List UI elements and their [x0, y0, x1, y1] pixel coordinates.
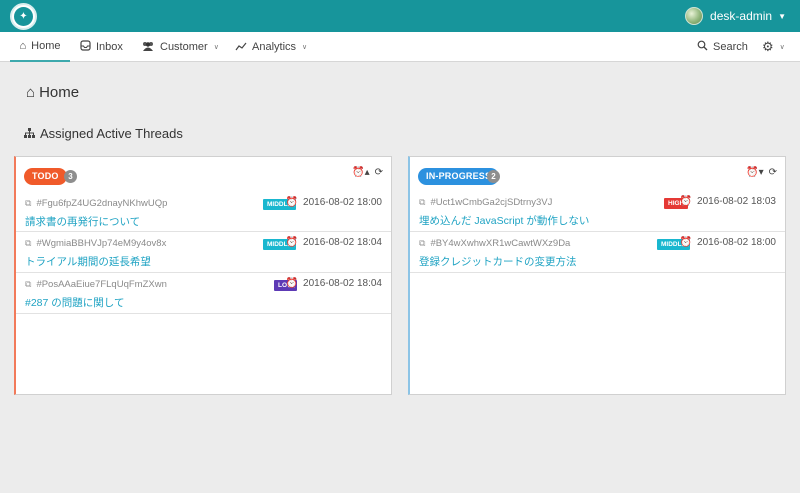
thread-date: ⏰ 2016-08-02 18:00: [680, 237, 776, 248]
top-bar: ✦ desk-admin ▼: [0, 0, 800, 32]
thread-date-text: 2016-08-02 18:00: [697, 237, 776, 248]
home-icon: ⌂: [26, 84, 36, 101]
inbox-icon: [80, 40, 91, 54]
nav-customer-label: Customer: [160, 41, 208, 53]
logo-mark: ✦: [14, 7, 33, 26]
thread-title-link[interactable]: 埋め込んだ JavaScript が動作しない: [419, 213, 589, 228]
list-item[interactable]: ⧉ #PosAAaEiue7FLqUqFmZXwn #287 の問題に関して LO…: [16, 273, 391, 314]
logo-icon[interactable]: ✦: [10, 3, 37, 30]
thread-date: ⏰ 2016-08-02 18:04: [286, 278, 382, 289]
hierarchy-icon: ⧉: [25, 238, 32, 248]
thread-count: 3: [64, 170, 77, 183]
list-item[interactable]: ⧉ #Uct1wCmbGa2cjSDtrny3VJ 埋め込んだ JavaScrip…: [410, 191, 785, 232]
home-icon: ⌂: [19, 40, 27, 52]
nav-customer[interactable]: Customer ∨: [141, 32, 219, 62]
alarm-clock-icon[interactable]: ⏰▾: [746, 167, 763, 178]
status-badge: TODO: [24, 168, 67, 185]
hierarchy-icon: ⧉: [419, 238, 426, 248]
nav-inbox[interactable]: Inbox: [80, 32, 123, 62]
thread-date-text: 2016-08-02 18:04: [303, 237, 382, 248]
alarm-clock-icon: ⏰: [679, 196, 693, 207]
panel-tools: ⏰▾ ⟳: [741, 167, 777, 178]
hierarchy-icon: ⧉: [25, 198, 32, 208]
panel-header: IN-PROGRESS 2 ⏰▾ ⟳: [410, 157, 785, 191]
list-item[interactable]: ⧉ #BY4wXwhwXR1wCawtWXz9Da 登録クレジットカードの変更方法…: [410, 232, 785, 273]
chevron-down-icon: ∨: [213, 44, 219, 51]
list-item[interactable]: ⧉ #Fgu6fpZ4UG2dnayNKhwUQp 請求書の再発行について MID…: [16, 191, 391, 232]
page-title: ⌂ Home: [26, 84, 79, 101]
search-icon: [697, 40, 708, 54]
nav-bar: ⌂ Home Inbox Customer ∨ Analytics ∨ Sear…: [0, 32, 800, 62]
users-icon: [141, 41, 155, 54]
nav-inbox-label: Inbox: [96, 41, 123, 53]
hierarchy-icon: [24, 126, 35, 141]
avatar: [685, 7, 704, 25]
refresh-icon[interactable]: ⟳: [769, 167, 777, 178]
refresh-icon[interactable]: ⟳: [375, 167, 383, 178]
nav-home[interactable]: ⌂ Home: [10, 32, 70, 62]
page-title-text: Home: [39, 84, 80, 101]
thread-date-text: 2016-08-02 18:04: [303, 278, 382, 289]
thread-title-link[interactable]: #287 の問題に関して: [25, 295, 124, 310]
list-item[interactable]: ⧉ #WgmiaBBHVJp74eM9y4ov8x トライアル期間の延長希望 MI…: [16, 232, 391, 273]
alarm-clock-icon: ⏰: [285, 237, 299, 248]
nav-home-label: Home: [31, 40, 61, 52]
thread-date-text: 2016-08-02 18:00: [303, 197, 382, 208]
panel-header: TODO 3 ⏰▴ ⟳: [16, 157, 391, 191]
thread-id-text: #PosAAaEiue7FLqUqFmZXwn: [36, 279, 167, 290]
nav-search-label: Search: [713, 41, 748, 53]
thread-date-text: 2016-08-02 18:03: [697, 196, 776, 207]
panel-tools: ⏰▴ ⟳: [347, 167, 383, 178]
thread-count: 2: [487, 170, 500, 183]
todo-panel: TODO 3 ⏰▴ ⟳ ⧉ #Fgu6fpZ4UG2dnayNKhwUQp 請求書…: [14, 156, 392, 395]
chart-icon: [235, 41, 247, 54]
alarm-clock-icon: ⏰: [285, 278, 299, 289]
thread-id-text: #WgmiaBBHVJp74eM9y4ov8x: [36, 238, 167, 249]
chevron-down-icon: ▼: [778, 11, 786, 21]
chevron-down-icon: ∨: [302, 44, 308, 51]
alarm-clock-icon[interactable]: ⏰▴: [352, 167, 369, 178]
user-name: desk-admin: [710, 9, 773, 23]
thread-id: ⧉ #PosAAaEiue7FLqUqFmZXwn: [25, 279, 167, 290]
thread-id-text: #Fgu6fpZ4UG2dnayNKhwUQp: [36, 198, 168, 209]
thread-id-text: #BY4wXwhwXR1wCawtWXz9Da: [430, 238, 571, 249]
alarm-clock-icon: ⏰: [679, 237, 693, 248]
thread-title-link[interactable]: 登録クレジットカードの変更方法: [419, 254, 577, 269]
thread-id: ⧉ #BY4wXwhwXR1wCawtWXz9Da: [419, 238, 570, 249]
chevron-down-icon: ∨: [779, 44, 785, 51]
thread-title-link[interactable]: 請求書の再発行について: [25, 214, 140, 229]
search-button[interactable]: Search: [697, 32, 748, 62]
thread-id: ⧉ #WgmiaBBHVJp74eM9y4ov8x: [25, 238, 166, 249]
user-menu[interactable]: desk-admin ▼: [685, 5, 786, 27]
hierarchy-icon: ⧉: [419, 197, 426, 207]
thread-id: ⧉ #Fgu6fpZ4UG2dnayNKhwUQp: [25, 198, 167, 209]
thread-id-text: #Uct1wCmbGa2cjSDtrny3VJ: [430, 197, 553, 208]
section-title-text: Assigned Active Threads: [40, 126, 183, 141]
settings-menu[interactable]: ⚙ ∨: [762, 32, 785, 62]
nav-analytics-label: Analytics: [252, 41, 297, 53]
section-title: Assigned Active Threads: [24, 126, 183, 141]
nav-analytics[interactable]: Analytics ∨: [235, 32, 307, 62]
in-progress-panel: IN-PROGRESS 2 ⏰▾ ⟳ ⧉ #Uct1wCmbGa2cjSDtrny…: [408, 156, 786, 395]
alarm-clock-icon: ⏰: [285, 197, 299, 208]
gear-icon: ⚙: [762, 39, 774, 54]
thread-date: ⏰ 2016-08-02 18:04: [286, 237, 382, 248]
thread-date: ⏰ 2016-08-02 18:03: [680, 196, 776, 207]
thread-id: ⧉ #Uct1wCmbGa2cjSDtrny3VJ: [419, 197, 552, 208]
thread-date: ⏰ 2016-08-02 18:00: [286, 197, 382, 208]
hierarchy-icon: ⧉: [25, 279, 32, 289]
thread-title-link[interactable]: トライアル期間の延長希望: [25, 254, 151, 269]
